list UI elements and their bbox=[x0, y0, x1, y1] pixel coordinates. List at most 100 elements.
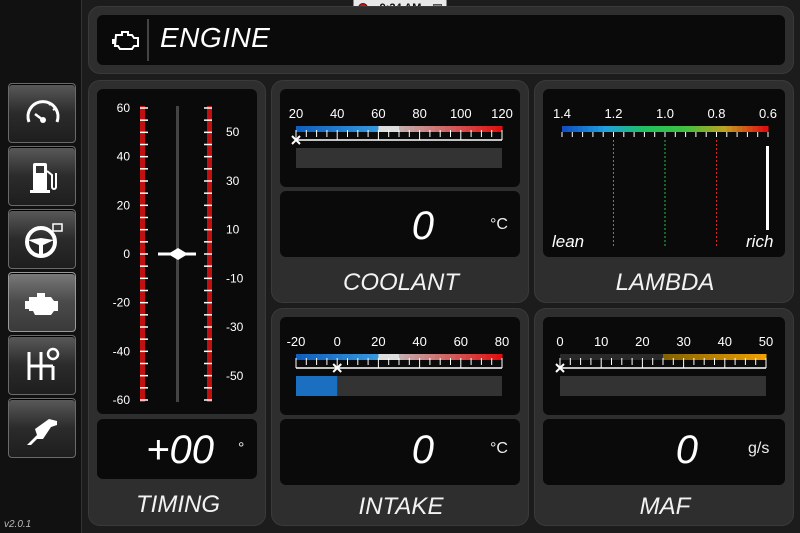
timing-needle[interactable] bbox=[158, 248, 196, 260]
timing-left-tick-label: 20 bbox=[117, 198, 131, 212]
lambda-scale-segment bbox=[649, 126, 656, 132]
intake-scale-scale-segment bbox=[471, 354, 477, 360]
lambda-scale-segment bbox=[572, 126, 578, 132]
engine-header-icon bbox=[112, 31, 139, 50]
coolant-scale-tick-label: 60 bbox=[371, 106, 385, 121]
coolant-label: COOLANT bbox=[342, 269, 459, 296]
maf-scale-scale-segment bbox=[714, 354, 721, 360]
intake-scale-scale-segment bbox=[450, 354, 457, 360]
maf-label: MAF bbox=[639, 493, 691, 520]
lambda-scale-segment bbox=[598, 126, 604, 132]
maf-scale-scale-segment bbox=[621, 354, 628, 360]
coolant-scale-scale-segment bbox=[326, 126, 333, 132]
timing-left-tick-label: 60 bbox=[117, 101, 131, 115]
lambda-scale-segment bbox=[587, 126, 594, 132]
lambda-scale-segment bbox=[618, 126, 625, 132]
timing-left-tick-label: -40 bbox=[113, 344, 131, 358]
lambda-tick-label: 1.0 bbox=[656, 106, 674, 121]
coolant-value: 0 bbox=[411, 204, 434, 248]
maf-scale-scale-segment bbox=[724, 354, 731, 360]
page-title: ENGINE bbox=[160, 22, 271, 53]
intake-scale-tick-label: 40 bbox=[412, 334, 426, 349]
lambda-scale-segment bbox=[731, 126, 738, 132]
coolant-scale-scale-segment bbox=[388, 126, 395, 132]
coolant-gauge: 20 40 60 80 100 120 bbox=[289, 106, 513, 168]
maf-scale-scale-segment bbox=[755, 354, 762, 360]
intake-value: 0 bbox=[411, 428, 434, 472]
lambda-scale-segment bbox=[670, 126, 676, 132]
intake-scale-scale-segment bbox=[481, 354, 488, 360]
maf-scale-tick-label: 30 bbox=[676, 334, 690, 349]
maf-scale-scale-segment bbox=[683, 354, 690, 360]
sidebar-button-fuel-nozzle[interactable] bbox=[8, 398, 76, 458]
sidebar-button-fuel[interactable] bbox=[8, 146, 76, 206]
sidebar-button-gauges[interactable] bbox=[8, 83, 76, 143]
lambda-scale-segment bbox=[685, 126, 692, 132]
lambda-needle bbox=[766, 146, 769, 230]
intake-scale-scale-segment bbox=[337, 354, 343, 360]
lambda-scale-segment bbox=[680, 126, 687, 132]
timing-right-tick-label: 50 bbox=[226, 125, 240, 139]
lambda-scale-segment bbox=[701, 126, 707, 132]
sidebar-button-engine[interactable] bbox=[8, 272, 76, 332]
maf-scale-scale-segment bbox=[704, 354, 710, 360]
sidebar: v2.0.1 bbox=[0, 0, 82, 533]
coolant-scale-scale-segment bbox=[399, 126, 405, 132]
lambda-scale-segment bbox=[737, 126, 743, 132]
intake-scale-scale-segment bbox=[440, 354, 446, 360]
maf-scale-tick-label: 50 bbox=[759, 334, 773, 349]
intake-scale-scale-segment bbox=[388, 354, 395, 360]
intake-scale-scale-segment bbox=[399, 354, 405, 360]
intake-scale-tick-label: 0 bbox=[334, 334, 341, 349]
lambda-tick-label: 1.2 bbox=[604, 106, 622, 121]
lambda-scale-segment bbox=[628, 126, 635, 132]
coolant-scale-tick-label: 120 bbox=[491, 106, 513, 121]
sidebar-button-transmission[interactable] bbox=[8, 335, 76, 395]
timing-left-tick-label: 0 bbox=[123, 247, 130, 261]
coolant-scale-scale-segment bbox=[481, 126, 488, 132]
maf-scale-scale-segment bbox=[673, 354, 679, 360]
lambda-scale-segment bbox=[582, 126, 589, 132]
intake-scale-scale-segment bbox=[429, 354, 436, 360]
maf-scale-scale-segment bbox=[560, 354, 566, 360]
lambda-tick-label: 0.6 bbox=[759, 106, 777, 121]
gear-shifter-icon bbox=[27, 347, 60, 380]
coolant-scale-scale-segment bbox=[440, 126, 446, 132]
coolant-scale-scale-segment bbox=[357, 126, 364, 132]
coolant-scale-scale-segment bbox=[471, 126, 477, 132]
maf-scale-scale-segment bbox=[693, 354, 700, 360]
intake-scale-scale-segment bbox=[378, 354, 385, 360]
maf-scale-tick-label: 10 bbox=[594, 334, 608, 349]
timing-gauge: 60 40 20 0 -20 -40 -60 50 30 10 -10 -30 -50 bbox=[113, 101, 244, 407]
sidebar-button-steering[interactable] bbox=[8, 209, 76, 269]
lambda-scale-segment bbox=[659, 126, 666, 132]
lambda-label: LAMBDA bbox=[615, 269, 715, 296]
maf-scale-tick-label: 0 bbox=[556, 334, 563, 349]
engine-icon bbox=[25, 293, 58, 315]
lambda-scale-segment bbox=[577, 126, 584, 132]
coolant-scale-scale-segment bbox=[347, 126, 354, 132]
timing-value: +00 bbox=[146, 428, 214, 472]
intake-scale-tick-label: -20 bbox=[287, 334, 306, 349]
maf-scale-bar-track bbox=[560, 376, 766, 396]
intake-scale-scale-segment bbox=[419, 354, 426, 360]
intake-scale-tick-label: 80 bbox=[495, 334, 509, 349]
intake-scale-scale-segment bbox=[460, 354, 467, 360]
lambda-scale-segment bbox=[695, 126, 702, 132]
lambda-scale-segment bbox=[562, 126, 568, 132]
intake-scale-scale-segment bbox=[296, 354, 302, 360]
intake-gauge: -20 0 20 40 60 80 bbox=[287, 334, 509, 396]
timing-right-tick-label: -30 bbox=[226, 320, 244, 334]
intake-scale-bar-fill bbox=[296, 376, 338, 396]
coolant-scale-scale-segment bbox=[419, 126, 426, 132]
intake-unit: °C bbox=[490, 440, 508, 457]
maf-scale-scale-segment bbox=[580, 354, 587, 360]
fuel-pump-icon bbox=[30, 163, 57, 193]
lambda-scale-segment bbox=[675, 126, 681, 132]
intake-scale-scale-segment bbox=[326, 354, 333, 360]
steering-wheel-icon bbox=[25, 223, 63, 258]
timing-label: TIMING bbox=[136, 491, 220, 518]
lambda-scale-segment bbox=[716, 126, 723, 132]
maf-gauge: 0 10 20 30 40 50 bbox=[555, 334, 773, 396]
timing-right-tick-label: -50 bbox=[226, 369, 244, 383]
